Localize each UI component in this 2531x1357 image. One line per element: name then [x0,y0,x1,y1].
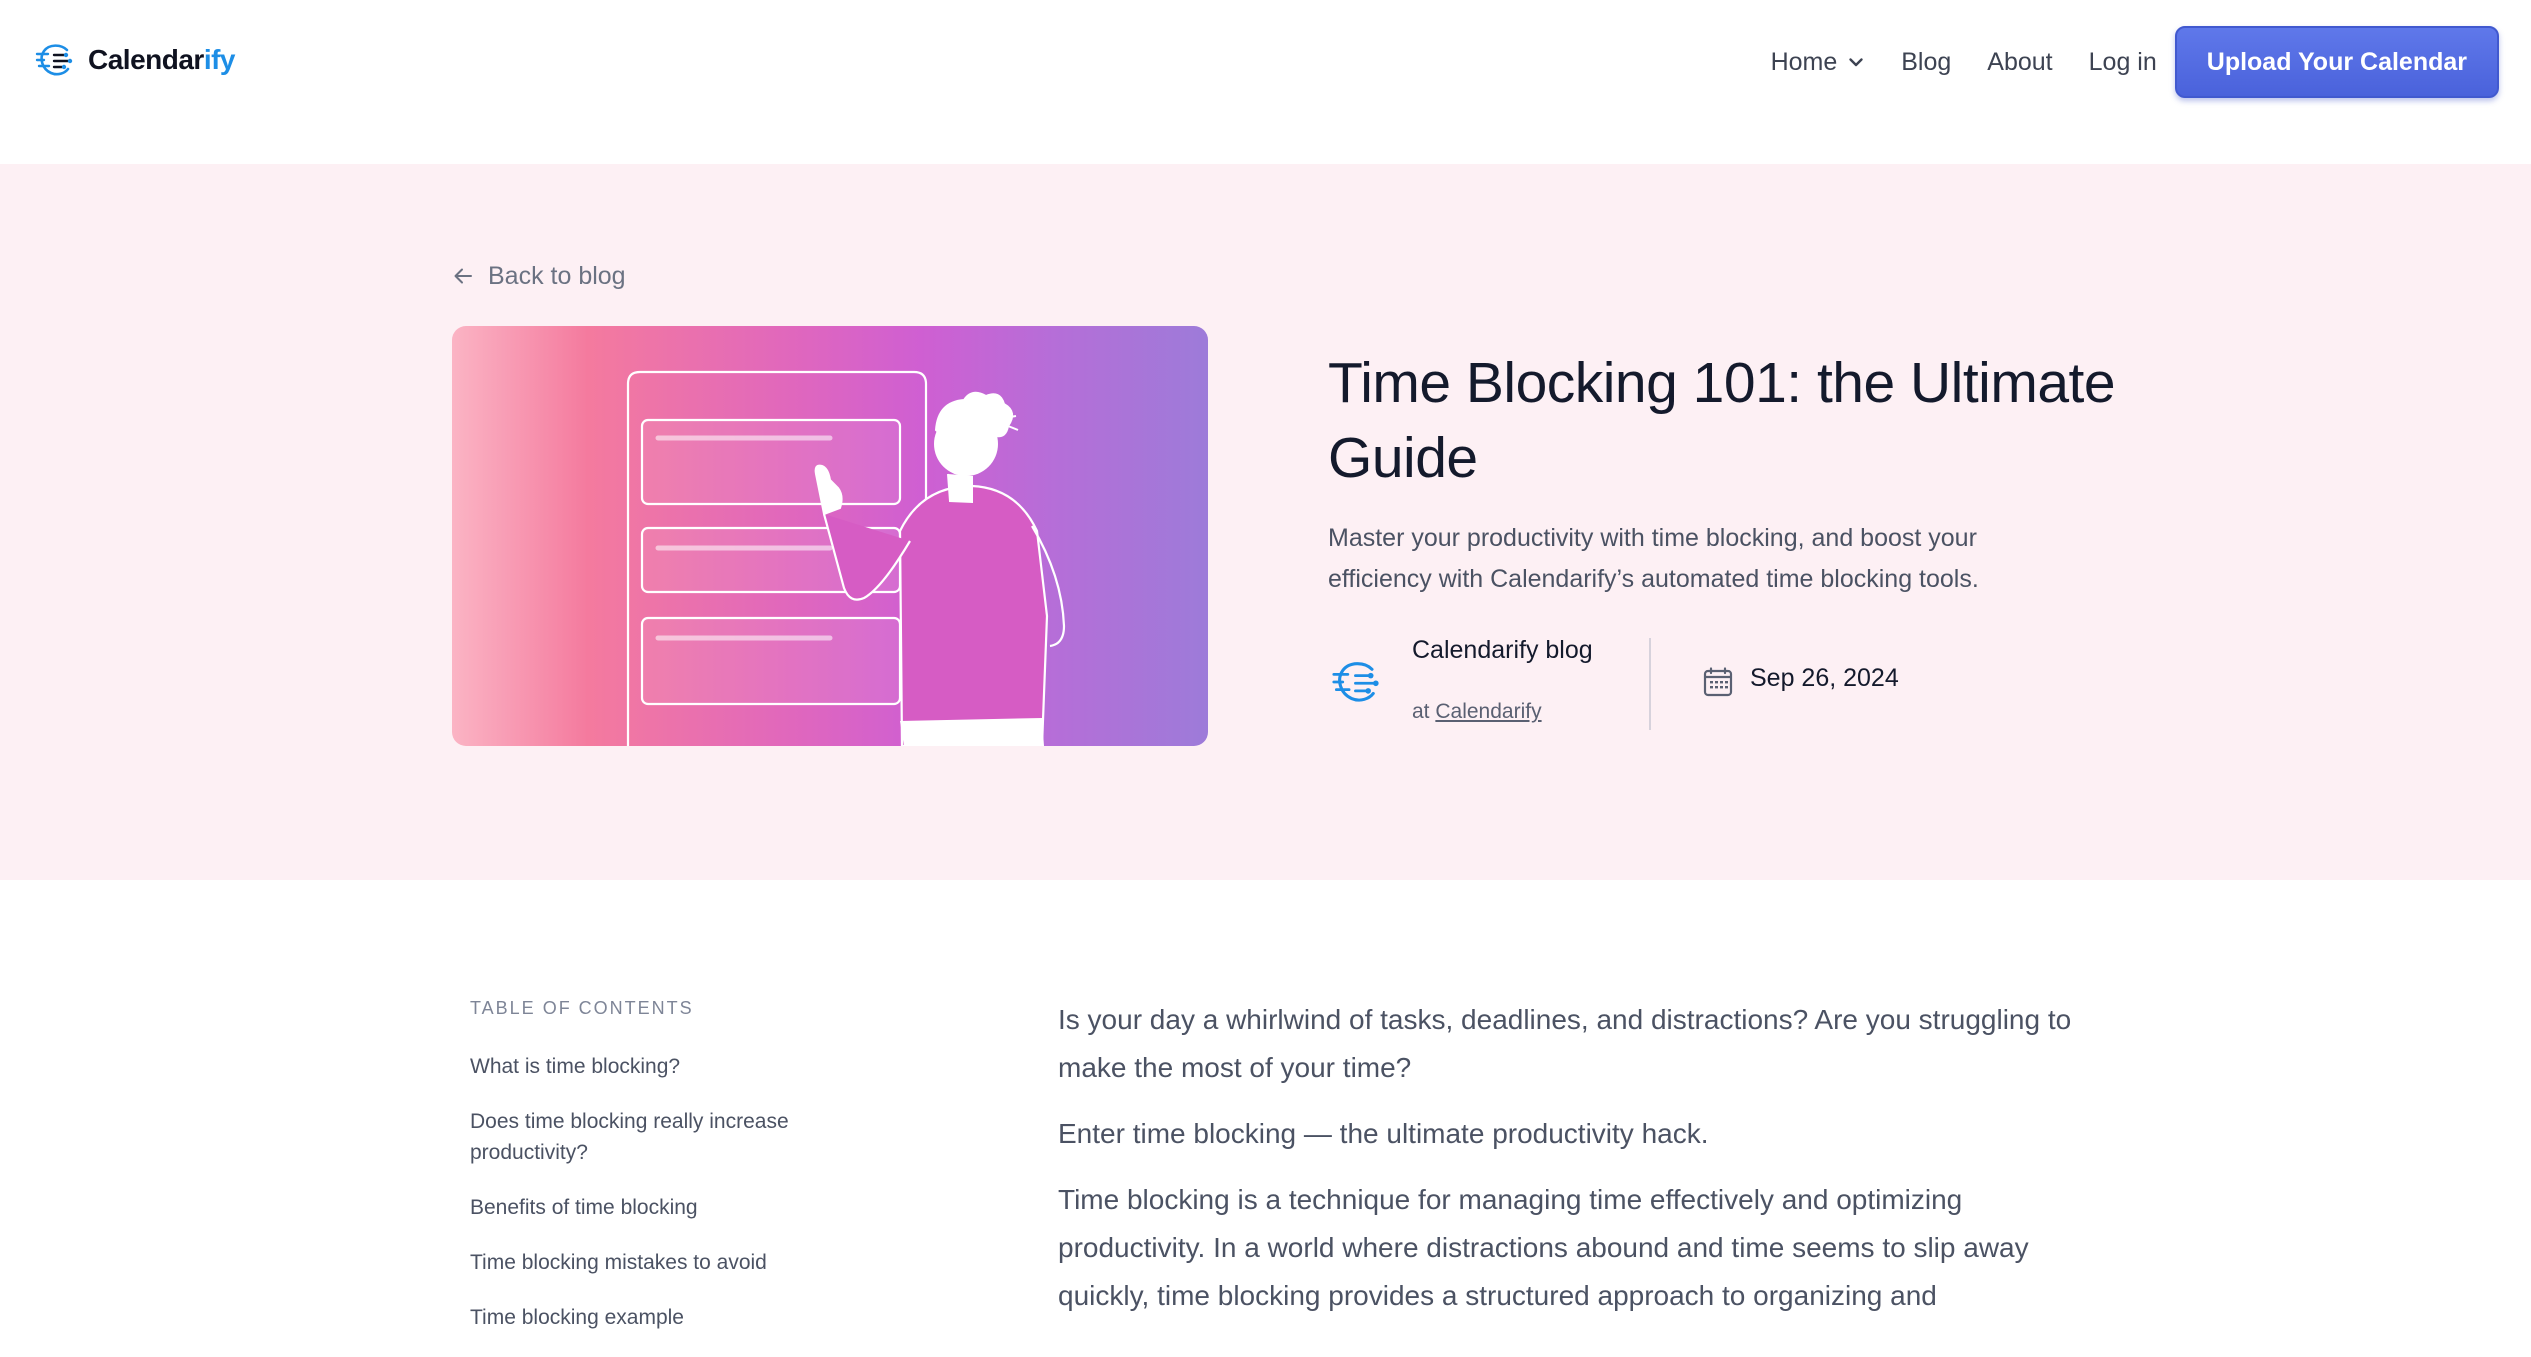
logo-wordmark-main: Calendar [88,44,204,75]
calendarify-avatar-icon [1332,662,1379,702]
nav-home-label: Home [1770,47,1838,76]
arrow-left-icon [454,268,472,284]
toc-item[interactable]: Time blocking example [470,1302,890,1333]
article-paragraph: Enter time blocking — the ultimate produ… [1058,1118,1709,1149]
article-subtitle: Master your productivity with time block… [1328,524,1979,593]
back-to-blog-link[interactable]: Back to blog [452,256,626,296]
author-at-prefix: at [1412,700,1430,723]
logo-wordmark: Calendarify [88,44,236,76]
person-pointing-at-schedule-illustration [626,370,1066,746]
calendarify-logo[interactable]: Calendarify [34,36,236,84]
nav-home-dropdown[interactable]: Home [1771,48,1866,77]
toc-item[interactable]: Time blocking mistakes to avoid [470,1247,890,1278]
author-affiliation: at Calendarify [1412,700,1542,724]
article-hero: Back to blog Time Blocking 101: the Ulti… [0,164,2531,880]
author-name: Calendarify blog [1412,636,1593,664]
toc-heading: TABLE OF CONTENTS [470,998,694,1018]
calendar-icon [1703,667,1733,697]
main-nav: Home Blog About Log in Upload Your Calen… [1771,26,2499,98]
article-title: Time Blocking 101: the Ultimate Guide [1328,351,2116,490]
upload-calendar-button[interactable]: Upload Your Calendar [2174,26,2499,98]
table-of-contents: TABLE OF CONTENTS What is time blocking?… [470,998,890,1357]
nav-login-link[interactable]: Log in [2089,48,2157,77]
nav-about-link[interactable]: About [1987,48,2052,77]
article-body: Is your day a whirlwind of tasks, deadli… [1058,996,2088,1338]
top-navigation-bar: Calendarify Home Blog About Log in Uploa… [0,0,2531,164]
hero-illustration [452,326,1208,746]
publish-date: Sep 26, 2024 [1750,664,1899,692]
logo-wordmark-accent: ify [203,44,236,75]
toc-item[interactable]: Benefits of time blocking [470,1192,890,1223]
article-paragraph: Is your day a whirlwind of tasks, deadli… [1058,1004,2072,1083]
calendarify-logo-icon [35,44,73,76]
nav-blog-link[interactable]: Blog [1901,48,1951,77]
article-paragraph: Time blocking is a technique for managin… [1058,1184,2029,1311]
author-org-link[interactable]: Calendarify [1435,700,1541,723]
back-to-blog-label: Back to blog [488,261,626,290]
toc-item[interactable]: Does time blocking really increase produ… [470,1106,890,1168]
chevron-down-icon [1849,58,1863,67]
toc-item[interactable]: What is time blocking? [470,1051,890,1082]
meta-divider [1649,638,1651,730]
